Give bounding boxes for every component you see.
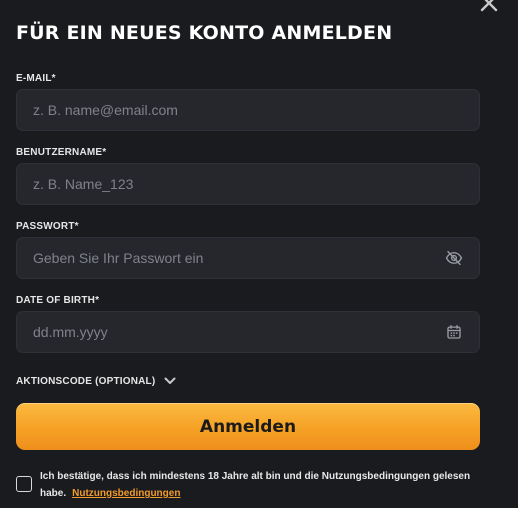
promo-code-toggle[interactable]: AKTIONSCODE (OPTIONAL) [16, 374, 177, 388]
password-input[interactable] [33, 250, 445, 266]
open-calendar-button[interactable] [445, 323, 463, 341]
email-input[interactable] [33, 102, 463, 118]
close-icon [480, 0, 498, 12]
terms-consent: Ich bestätige, dass ich mindestens 18 Ja… [16, 468, 496, 502]
terms-link[interactable]: Nutzungsbedingungen [72, 488, 180, 499]
signup-modal: FÜR EIN NEUES KONTO ANMELDEN E-MAIL* BEN… [0, 0, 518, 508]
toggle-password-visibility-button[interactable] [445, 249, 463, 267]
dob-field-wrapper [16, 311, 480, 353]
email-label: E-MAIL* [16, 73, 56, 84]
eye-off-icon [445, 250, 463, 266]
close-button[interactable] [478, 0, 500, 14]
username-field-wrapper [16, 163, 480, 205]
password-label: PASSWORT* [16, 221, 79, 232]
calendar-icon [447, 324, 461, 339]
email-field-wrapper [16, 89, 480, 131]
terms-text-block: Ich bestätige, dass ich mindestens 18 Ja… [40, 468, 496, 502]
dob-label: DATE OF BIRTH* [16, 295, 100, 306]
dob-input[interactable] [33, 324, 445, 340]
chevron-down-icon [164, 377, 176, 384]
username-label: BENUTZERNAME* [16, 147, 107, 158]
terms-checkbox[interactable] [16, 476, 32, 492]
register-button[interactable]: Anmelden [16, 403, 480, 450]
promo-code-label: AKTIONSCODE (OPTIONAL) [16, 375, 156, 387]
password-field-wrapper [16, 237, 480, 279]
username-input[interactable] [33, 176, 463, 192]
modal-title: FÜR EIN NEUES KONTO ANMELDEN [16, 22, 393, 44]
